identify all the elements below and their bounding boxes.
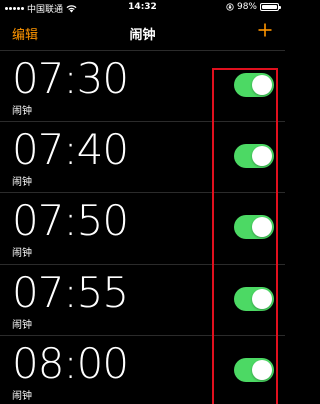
add-alarm-button[interactable]: [254, 18, 276, 42]
nav-bar: 编辑 闹钟: [0, 16, 285, 48]
alarm-label: 闹钟: [12, 391, 32, 402]
plus-icon: [258, 23, 272, 37]
battery-icon: [260, 3, 281, 11]
alarm-label: 闹钟: [12, 319, 32, 331]
alarm-label: 闹钟: [12, 248, 32, 259]
battery-percent: 98%: [236, 2, 257, 12]
alarm-label: 闹钟: [12, 106, 32, 117]
alarm-time: 07:50: [12, 196, 129, 245]
alarm-label: 闹钟: [12, 176, 32, 188]
alarm-time: 08:00: [12, 339, 129, 388]
alarm-time: 07:55: [12, 267, 129, 317]
status-right: 98%: [226, 2, 281, 12]
highlight-annotation-box: [212, 68, 278, 404]
status-bar: 中国联通 14:32 98%: [0, 0, 285, 16]
rotation-lock-icon: [226, 3, 234, 11]
battery-fill: [262, 5, 277, 9]
page-title: 闹钟: [129, 28, 156, 43]
alarm-time: 07:40: [12, 124, 129, 174]
alarm-time: 07:30: [12, 54, 129, 103]
